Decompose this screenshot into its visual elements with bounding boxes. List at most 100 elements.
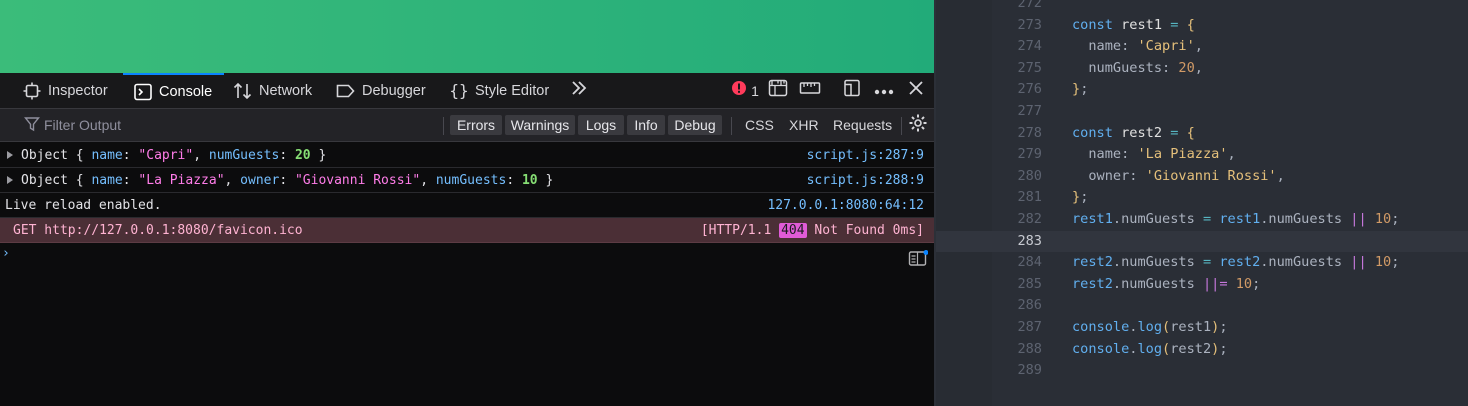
line-number: 288 xyxy=(1017,340,1042,357)
filter-css-button[interactable]: CSS xyxy=(745,115,774,135)
line-number: 281 xyxy=(1017,189,1042,206)
line-number: 277 xyxy=(1017,103,1042,119)
code-token: console xyxy=(1072,319,1130,335)
code-token: 'La Piazza' xyxy=(1137,146,1228,163)
line-number: 279 xyxy=(1017,146,1042,163)
message-source-link[interactable]: script.js:287:9 xyxy=(807,148,924,163)
filter-warnings-button[interactable]: Warnings xyxy=(505,115,575,135)
code-token: { xyxy=(1186,16,1195,33)
message-source-link[interactable]: 127.0.0.1:8080:64:12 xyxy=(767,198,924,213)
code-line[interactable]: 281}; xyxy=(936,187,1468,209)
filter-output-input[interactable] xyxy=(44,117,424,133)
code-line[interactable]: 274 name: 'Capri', xyxy=(936,36,1468,58)
line-number: 289 xyxy=(1017,362,1042,379)
code-line[interactable]: 275 numGuests: 20, xyxy=(936,58,1468,80)
code-token: ; xyxy=(1080,81,1089,98)
code-line[interactable]: 288 console.log(rest2); xyxy=(936,339,1468,361)
filter-funnel-icon xyxy=(24,116,40,135)
dock-side-icon xyxy=(843,78,861,103)
page-viewport xyxy=(0,0,934,73)
tab-network[interactable]: Network xyxy=(233,73,312,108)
code-text: numGuests: 20, xyxy=(1072,58,1203,80)
code-line[interactable]: 276}; xyxy=(936,79,1468,101)
console-message-log: Live reload enabled. 127.0.0.1:8080:64:1… xyxy=(0,193,934,218)
console-settings-button[interactable] xyxy=(908,114,928,134)
code-line[interactable]: 272 xyxy=(936,0,1468,15)
console-icon xyxy=(133,82,153,102)
tab-label: Network xyxy=(259,82,313,99)
code-token: rest2 xyxy=(1121,124,1171,141)
tab-debugger[interactable]: Debugger xyxy=(336,73,426,108)
line-number: 285 xyxy=(1017,275,1042,292)
code-line[interactable]: 278 const rest2 = { xyxy=(936,123,1468,145)
line-number: 284 xyxy=(1017,254,1042,271)
editor-mode-toggle-button[interactable] xyxy=(908,250,929,273)
code-token: ; xyxy=(1391,211,1400,227)
options-menu-button[interactable] xyxy=(872,73,896,108)
console-message-error[interactable]: GET http://127.0.0.1:8080/favicon.ico [H… xyxy=(0,218,934,243)
code-token: = xyxy=(1202,211,1220,227)
code-line[interactable]: 280 owner: 'Giovanni Rossi', xyxy=(936,166,1468,188)
expand-triangle-icon[interactable] xyxy=(7,151,13,159)
tab-style-editor[interactable]: {} Style Editor xyxy=(449,73,549,108)
code-token: , xyxy=(1194,59,1203,76)
filter-errors-button[interactable]: Errors xyxy=(450,115,502,135)
error-count-button[interactable]: 1 xyxy=(728,73,762,108)
responsive-design-button[interactable] xyxy=(766,73,790,108)
measure-button[interactable] xyxy=(798,73,822,108)
line-number: 272 xyxy=(1017,0,1042,11)
devtools-panel: Inspector Console Network Debugger {} St… xyxy=(0,0,934,406)
code-line[interactable]: 289 xyxy=(936,360,1468,382)
code-line[interactable]: 285 rest2.numGuests ||= 10; xyxy=(936,274,1468,296)
code-line[interactable]: 273 const rest1 = { xyxy=(936,15,1468,37)
filter-logs-button[interactable]: Logs xyxy=(578,115,624,135)
code-line[interactable]: 284 rest2.numGuests = rest2.numGuests || … xyxy=(936,252,1468,274)
filter-requests-button[interactable]: Requests xyxy=(833,115,892,135)
message-body: Object { name: "Capri", numGuests: 20 } xyxy=(21,147,327,163)
console-message-object[interactable]: Object { name: "La Piazza", owner: "Giov… xyxy=(0,168,934,193)
code-line[interactable]: 287 console.log(rest1); xyxy=(936,317,1468,339)
code-line[interactable]: 282 rest1.numGuests = rest1.numGuests || … xyxy=(936,209,1468,231)
error-icon xyxy=(731,80,747,101)
code-token: ; xyxy=(1219,319,1228,335)
code-token: owner: xyxy=(1072,167,1146,184)
code-token: ; xyxy=(1219,340,1228,357)
code-token: name: xyxy=(1072,38,1138,55)
expand-triangle-icon[interactable] xyxy=(7,176,13,184)
filter-xhr-button[interactable]: XHR xyxy=(789,115,819,135)
devtools-tabbar: Inspector Console Network Debugger {} St… xyxy=(0,73,934,109)
tab-inspector[interactable]: Inspector xyxy=(22,73,108,108)
code-token: , xyxy=(1276,167,1285,184)
code-token: rest1 xyxy=(1121,16,1171,33)
code-token: rest2 xyxy=(1219,254,1261,271)
code-line[interactable]: 279 name: 'La Piazza', xyxy=(936,144,1468,166)
code-line[interactable]: 277 xyxy=(936,101,1468,123)
code-token: .numGuests xyxy=(1260,211,1351,227)
console-prompt[interactable]: › xyxy=(2,246,10,261)
tab-console[interactable]: Console xyxy=(123,73,224,108)
console-message-object[interactable]: Object { name: "Capri", numGuests: 20 } … xyxy=(0,143,934,168)
code-token: name: xyxy=(1072,146,1138,163)
code-token: rest1 xyxy=(1219,211,1261,227)
code-token: 10 xyxy=(1374,211,1392,227)
line-number: 274 xyxy=(1017,38,1042,55)
code-text: name: 'La Piazza', xyxy=(1072,144,1235,166)
split-editor-icon xyxy=(908,250,929,272)
error-count: 1 xyxy=(751,82,759,99)
more-tabs-button[interactable] xyxy=(567,73,591,108)
code-text: rest1.numGuests = rest1.numGuests || 10; xyxy=(1072,209,1399,231)
code-token: = xyxy=(1170,16,1187,33)
code-line-active[interactable]: 283 xyxy=(936,230,1468,253)
code-text: rest2.numGuests = rest2.numGuests || 10; xyxy=(1072,252,1399,274)
line-number: 282 xyxy=(1017,211,1042,227)
dock-button[interactable] xyxy=(840,73,864,108)
filter-debug-button[interactable]: Debug xyxy=(668,115,722,135)
code-token: rest2 xyxy=(1170,340,1212,357)
filter-info-button[interactable]: Info xyxy=(627,115,665,135)
message-source-link[interactable]: script.js:288:9 xyxy=(807,173,924,188)
close-devtools-button[interactable] xyxy=(904,73,928,108)
code-token: ||= xyxy=(1202,275,1236,292)
code-token: .numGuests xyxy=(1112,211,1203,227)
code-line[interactable]: 286 xyxy=(936,295,1468,317)
inspector-icon xyxy=(22,81,42,101)
